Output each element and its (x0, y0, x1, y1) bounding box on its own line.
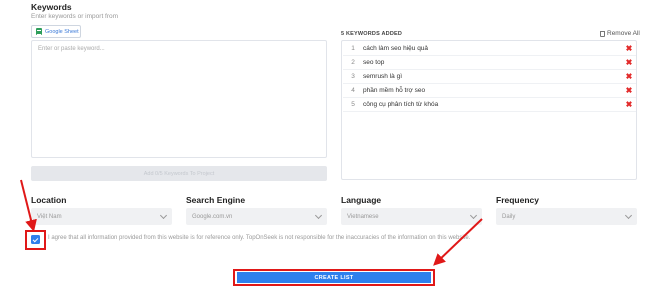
frequency-select[interactable]: Daily (496, 208, 637, 225)
keyword-textarea-placeholder: Enter or paste keyword... (38, 46, 105, 52)
create-list-button[interactable]: CREATE LIST (237, 272, 431, 283)
delete-keyword-icon[interactable]: ✖ (622, 100, 636, 109)
chevron-down-icon (159, 211, 168, 219)
search-engine-value: Google.com.vn (192, 213, 233, 220)
keyword-list: 1 cách làm seo hiệu quả ✖ 2 seo top ✖ 3 … (341, 40, 637, 180)
list-item: 5 công cụ phân tích từ khóa ✖ (343, 98, 636, 112)
added-list-title: 5 KEYWORDS ADDED (341, 31, 403, 37)
add-keywords-button[interactable]: Add 0/5 Keywords To Project (31, 166, 327, 181)
google-sheet-label: Google Sheet (45, 28, 79, 35)
location-label: Location (31, 195, 67, 205)
google-sheet-button[interactable]: Google Sheet (31, 25, 81, 38)
list-item: 3 semrush là gì ✖ (343, 70, 636, 84)
language-value: Vietnamese (347, 213, 379, 220)
chevron-down-icon (624, 211, 633, 219)
keyword-number: 2 (351, 59, 355, 66)
keyword-text: seo top (363, 59, 385, 66)
delete-keyword-icon[interactable]: ✖ (622, 58, 636, 67)
remove-all-label: Remove All (607, 30, 640, 37)
keyword-text: cách làm seo hiệu quả (363, 45, 429, 52)
location-value: Việt Nam (37, 213, 62, 220)
list-item: 2 seo top ✖ (343, 56, 636, 70)
list-item: 1 cách làm seo hiệu quả ✖ (343, 42, 636, 56)
trash-icon (600, 30, 605, 37)
frequency-value: Daily (502, 213, 516, 220)
keywords-title: Keywords (31, 2, 72, 12)
keywords-subtitle: Enter keywords or import from (31, 13, 119, 20)
keyword-number: 3 (351, 73, 355, 80)
checkbox-highlight (25, 230, 46, 250)
frequency-label: Frequency (496, 195, 539, 205)
list-item: 4 phần mềm hỗ trợ seo ✖ (343, 84, 636, 98)
delete-keyword-icon[interactable]: ✖ (622, 86, 636, 95)
search-engine-select[interactable]: Google.com.vn (186, 208, 327, 225)
keyword-text: phần mềm hỗ trợ seo (363, 87, 426, 94)
add-keywords-label: Add 0/5 Keywords To Project (143, 170, 215, 177)
chevron-down-icon (469, 211, 478, 219)
keyword-number: 1 (351, 45, 355, 52)
keyword-text: semrush là gì (363, 73, 403, 80)
keyword-textarea[interactable]: Enter or paste keyword... (31, 40, 327, 158)
arrow-to-create-button (433, 218, 483, 266)
chevron-down-icon (314, 211, 323, 219)
delete-keyword-icon[interactable]: ✖ (622, 72, 636, 81)
remove-all-button[interactable]: Remove All (600, 30, 640, 37)
google-sheet-icon (36, 28, 42, 35)
keyword-number: 5 (351, 101, 355, 108)
search-engine-label: Search Engine (186, 195, 246, 205)
language-select[interactable]: Vietnamese (341, 208, 482, 225)
location-select[interactable]: Việt Nam (31, 208, 172, 225)
delete-keyword-icon[interactable]: ✖ (622, 44, 636, 53)
language-label: Language (341, 195, 382, 205)
keyword-text: công cụ phân tích từ khóa (363, 101, 439, 108)
agreement-text: I agree that all information provided fr… (48, 235, 471, 241)
keyword-number: 4 (351, 87, 355, 94)
